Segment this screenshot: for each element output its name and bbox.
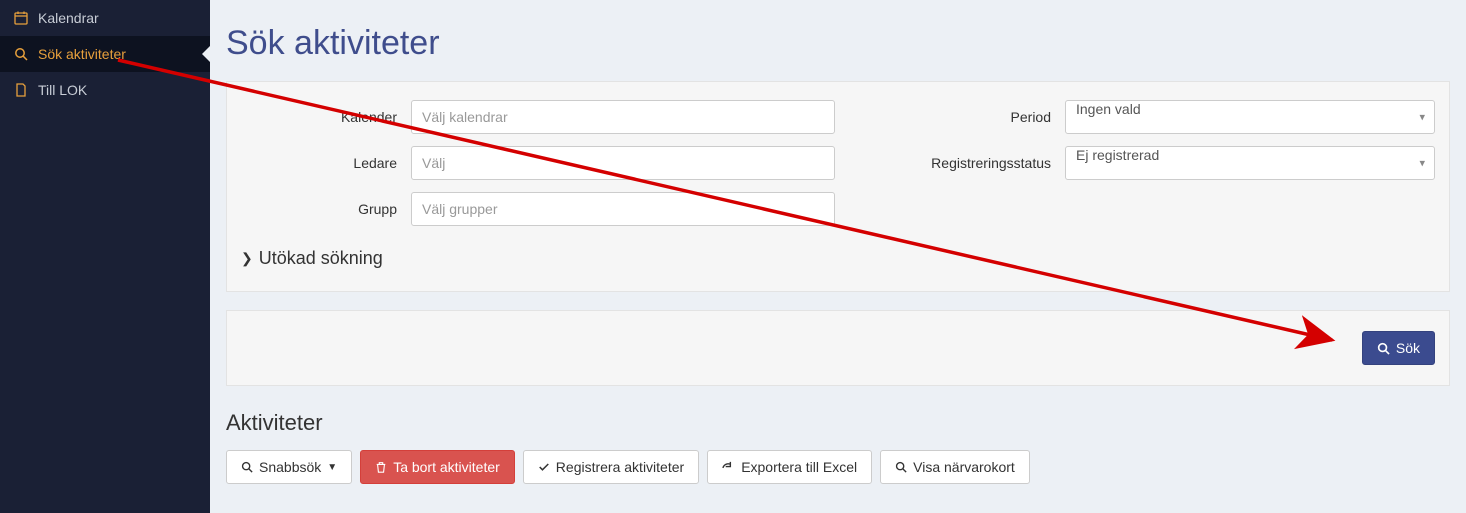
results-toolbar: Snabbsök ▼ Ta bort aktiviteter Registrer…: [210, 450, 1466, 500]
caret-down-icon: ▼: [327, 462, 337, 473]
filter-panel: Kalender Ledare Grupp Period: [226, 81, 1450, 292]
sidebar-item-till-lok[interactable]: Till LOK: [0, 72, 210, 108]
grupp-input[interactable]: [411, 192, 835, 226]
extended-search-toggle[interactable]: ❯ Utökad sökning: [241, 244, 383, 273]
period-select[interactable]: Ingen vald: [1065, 100, 1435, 134]
quick-search-button[interactable]: Snabbsök ▼: [226, 450, 352, 484]
share-icon: [722, 461, 735, 473]
regstatus-label: Registreringsstatus: [875, 155, 1065, 171]
search-icon: [895, 461, 907, 473]
regstatus-select[interactable]: Ej registrerad: [1065, 146, 1435, 180]
sidebar-item-label: Till LOK: [38, 82, 87, 98]
check-icon: [538, 461, 550, 473]
search-icon: [12, 47, 30, 61]
export-excel-label: Exportera till Excel: [741, 459, 857, 475]
period-label: Period: [875, 109, 1065, 125]
delete-activities-button[interactable]: Ta bort aktiviteter: [360, 450, 515, 484]
ledare-label: Ledare: [241, 155, 411, 171]
show-card-button[interactable]: Visa närvarokort: [880, 450, 1030, 484]
kalender-label: Kalender: [241, 109, 411, 125]
search-button[interactable]: Sök: [1362, 331, 1435, 365]
extended-search-label: Utökad sökning: [259, 248, 383, 269]
delete-activities-label: Ta bort aktiviteter: [393, 459, 500, 475]
search-icon: [1377, 342, 1390, 355]
sidebar-item-sok-aktiviteter[interactable]: Sök aktiviteter: [0, 36, 210, 72]
search-button-label: Sök: [1396, 340, 1420, 356]
sidebar-item-label: Sök aktiviteter: [38, 46, 126, 62]
calendar-icon: [12, 11, 30, 25]
kalender-input[interactable]: [411, 100, 835, 134]
register-activities-label: Registrera aktiviteter: [556, 459, 684, 475]
show-card-label: Visa närvarokort: [913, 459, 1015, 475]
trash-icon: [375, 461, 387, 473]
ledare-input[interactable]: [411, 146, 835, 180]
sidebar-item-label: Kalendrar: [38, 10, 99, 26]
main-content: Sök aktiviteter Kalender Ledare Grupp: [210, 0, 1466, 513]
search-bar: Sök: [226, 310, 1450, 386]
export-excel-button[interactable]: Exportera till Excel: [707, 450, 872, 484]
chevron-right-icon: ❯: [241, 250, 253, 267]
search-icon: [241, 461, 253, 473]
quick-search-label: Snabbsök: [259, 459, 321, 475]
register-activities-button[interactable]: Registrera aktiviteter: [523, 450, 699, 484]
file-icon: [12, 83, 30, 97]
grupp-label: Grupp: [241, 201, 411, 217]
sidebar: Kalendrar Sök aktiviteter Till LOK: [0, 0, 210, 513]
sidebar-item-kalendrar[interactable]: Kalendrar: [0, 0, 210, 36]
section-title: Aktiviteter: [210, 404, 1466, 450]
page-title: Sök aktiviteter: [210, 0, 1466, 81]
